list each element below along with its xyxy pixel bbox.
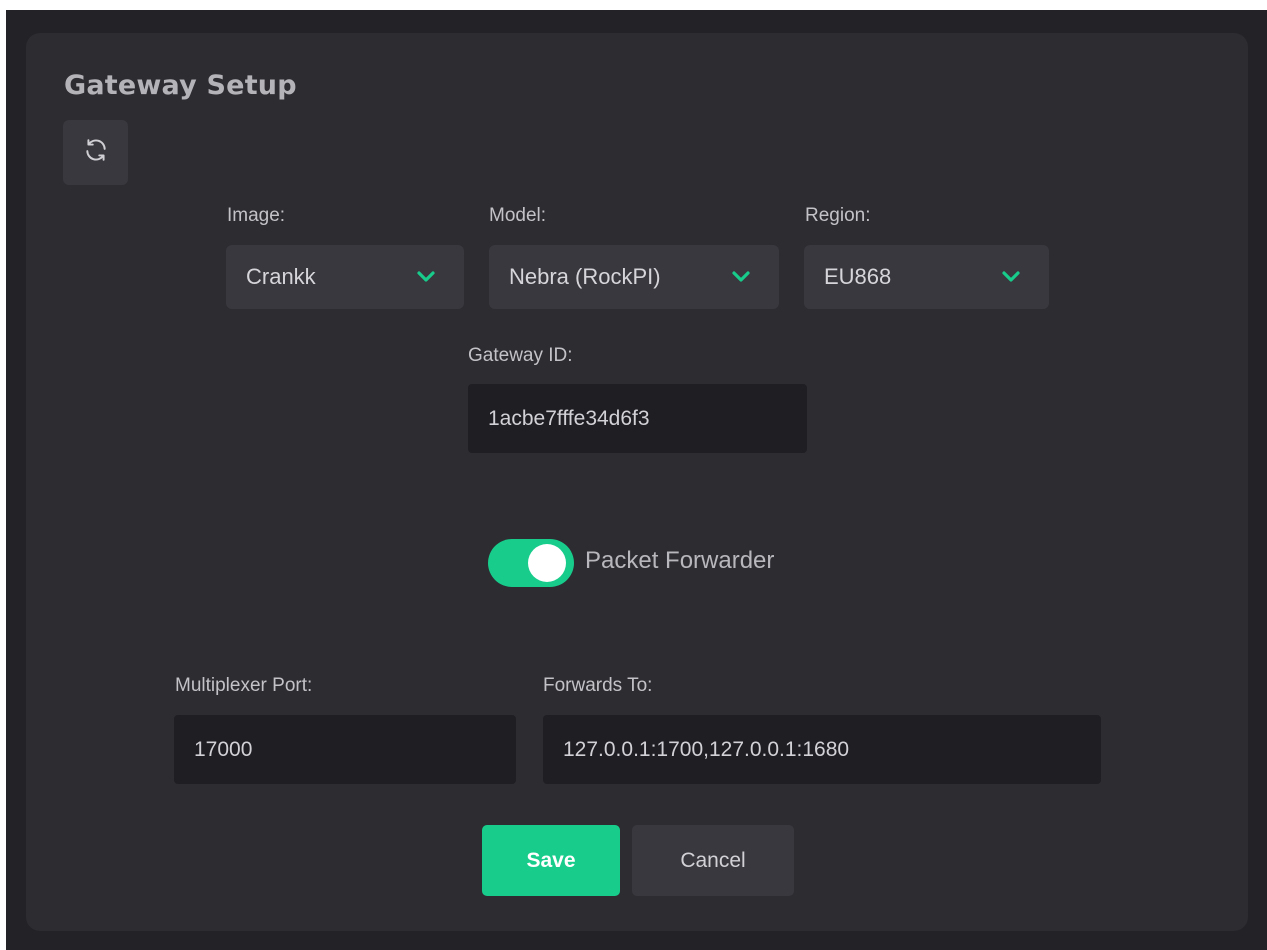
forwards-to-field[interactable]: 127.0.0.1:1700,127.0.0.1:1680 (543, 715, 1101, 784)
image-select[interactable]: Crankk (226, 245, 464, 309)
refresh-icon (83, 137, 109, 168)
multiplexer-port-label: Multiplexer Port: (175, 675, 313, 696)
refresh-button[interactable] (63, 120, 128, 185)
image-select-value: Crankk (246, 264, 316, 289)
chevron-down-icon (417, 271, 435, 282)
image-label: Image: (227, 205, 286, 226)
cancel-button[interactable]: Cancel (632, 825, 794, 896)
packet-forwarder-toggle[interactable] (488, 539, 574, 587)
model-select[interactable]: Nebra (RockPI) (489, 245, 779, 309)
forwards-to-label: Forwards To: (543, 675, 653, 696)
gateway-id-label: Gateway ID: (468, 345, 573, 366)
chevron-down-icon (1002, 271, 1020, 282)
model-label: Model: (489, 205, 547, 226)
region-label: Region: (805, 205, 871, 226)
multiplexer-port-field[interactable]: 17000 (174, 715, 516, 784)
toggle-knob (528, 544, 566, 582)
gateway-setup-card (26, 33, 1248, 931)
packet-forwarder-label: Packet Forwarder (585, 547, 775, 574)
model-select-value: Nebra (RockPI) (509, 264, 661, 289)
gateway-id-field[interactable]: 1acbe7fffe34d6f3 (468, 384, 807, 453)
chevron-down-icon (732, 271, 750, 282)
save-button[interactable]: Save (482, 825, 620, 896)
region-select[interactable]: EU868 (804, 245, 1049, 309)
region-select-value: EU868 (824, 264, 892, 289)
page-title: Gateway Setup (64, 70, 297, 101)
